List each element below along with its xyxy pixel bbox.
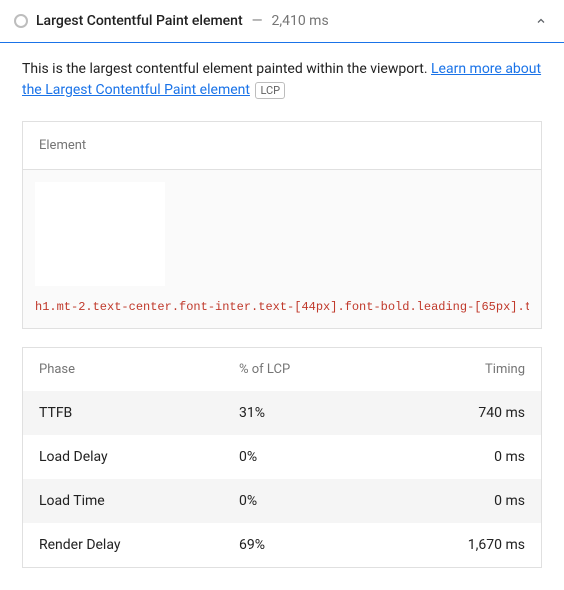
col-percent: % of LCP <box>239 362 359 377</box>
audit-title-wrap: Largest Contentful Paint element — 2,410… <box>36 13 329 29</box>
audit-header-row[interactable]: Largest Contentful Paint element — 2,410… <box>0 0 564 43</box>
desc-text: This is the largest contentful element p… <box>22 61 431 77</box>
element-selector: h1.mt-2.text-center.font-inter.text-[44p… <box>35 300 529 314</box>
element-panel-heading: Element <box>23 122 541 170</box>
cell-timing: 0 ms <box>359 449 525 465</box>
audit-content: This is the largest contentful element p… <box>0 43 564 590</box>
chevron-up-icon[interactable] <box>532 12 550 30</box>
cell-phase: Render Delay <box>39 537 239 553</box>
phase-table: Phase % of LCP Timing TTFB 31% 740 ms Lo… <box>22 347 542 568</box>
lcp-badge: LCP <box>255 82 285 99</box>
cell-percent: 31% <box>239 405 359 421</box>
table-header-row: Phase % of LCP Timing <box>23 348 541 391</box>
cell-phase: TTFB <box>39 405 239 421</box>
status-circle-icon <box>14 14 28 28</box>
element-panel: Element h1.mt-2.text-center.font-inter.t… <box>22 121 542 329</box>
cell-percent: 0% <box>239 449 359 465</box>
cell-percent: 69% <box>239 537 359 553</box>
table-row: TTFB 31% 740 ms <box>23 391 541 435</box>
table-row: Load Time 0% 0 ms <box>23 479 541 523</box>
audit-description: This is the largest contentful element p… <box>22 59 542 101</box>
cell-phase: Load Delay <box>39 449 239 465</box>
col-phase: Phase <box>39 362 239 377</box>
element-panel-body: h1.mt-2.text-center.font-inter.text-[44p… <box>23 170 541 328</box>
audit-separator: — <box>248 13 266 29</box>
element-thumbnail <box>35 182 165 286</box>
table-row: Render Delay 69% 1,670 ms <box>23 523 541 567</box>
cell-percent: 0% <box>239 493 359 509</box>
cell-timing: 1,670 ms <box>359 537 525 553</box>
cell-timing: 0 ms <box>359 493 525 509</box>
col-timing: Timing <box>359 362 525 377</box>
audit-title: Largest Contentful Paint element <box>36 13 243 29</box>
table-row: Load Delay 0% 0 ms <box>23 435 541 479</box>
cell-timing: 740 ms <box>359 405 525 421</box>
cell-phase: Load Time <box>39 493 239 509</box>
audit-time: 2,410 ms <box>271 13 328 29</box>
